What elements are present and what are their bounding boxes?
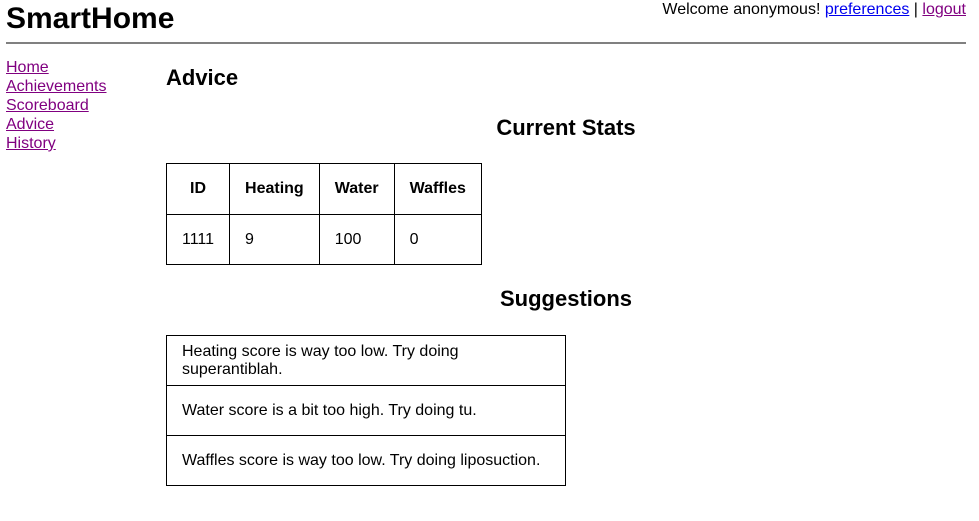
table-row: Water score is a bit too high. Try doing… <box>166 385 566 436</box>
user-bar: Welcome anonymous! preferences | logout <box>662 0 966 20</box>
cell-water: 100 <box>318 214 395 265</box>
suggestions-title: Suggestions <box>499 286 632 311</box>
suggestions-table: Heating score is way too low. Try doing … <box>166 335 566 486</box>
stats-header-row: ID Heating Water Waffles <box>165 163 482 215</box>
nav-item-history[interactable]: History <box>6 134 107 153</box>
table-row: Heating score is way too low. Try doing … <box>166 335 566 386</box>
header-id: ID <box>165 163 231 215</box>
cell-waffles: 0 <box>393 214 482 265</box>
cell-id: 1111 <box>165 214 231 265</box>
suggestion-waffles: Waffles score is way too low. Try doing … <box>166 435 566 486</box>
suggestion-heating: Heating score is way too low. Try doing … <box>166 335 566 386</box>
cell-heating: 9 <box>229 214 320 265</box>
stats-table: ID Heating Water Waffles 1111 9 100 0 <box>165 163 482 265</box>
nav-item-achievements[interactable]: Achievements <box>6 77 107 96</box>
nav-item-home[interactable]: Home <box>6 58 107 77</box>
header-water: Water <box>318 163 395 215</box>
header-waffles: Waffles <box>393 163 482 215</box>
welcome-text: Welcome anonymous! <box>662 1 821 18</box>
nav-item-advice[interactable]: Advice <box>6 115 107 134</box>
page-title: Advice <box>166 65 239 90</box>
nav-item-scoreboard[interactable]: Scoreboard <box>6 96 107 115</box>
link-separator: | <box>913 1 918 18</box>
suggestion-water: Water score is a bit too high. Try doing… <box>166 385 566 436</box>
preferences-link[interactable]: preferences <box>825 1 910 18</box>
current-stats-title: Current Stats <box>496 115 636 140</box>
header-heating: Heating <box>229 163 320 215</box>
sidebar-nav: Home Achievements Scoreboard Advice Hist… <box>6 58 107 153</box>
table-row: 1111 9 100 0 <box>165 214 482 265</box>
table-row: Waffles score is way too low. Try doing … <box>166 435 566 486</box>
logout-link[interactable]: logout <box>922 1 966 18</box>
site-title: SmartHome <box>6 2 175 35</box>
site-header: SmartHome Welcome anonymous! preferences… <box>6 0 966 44</box>
